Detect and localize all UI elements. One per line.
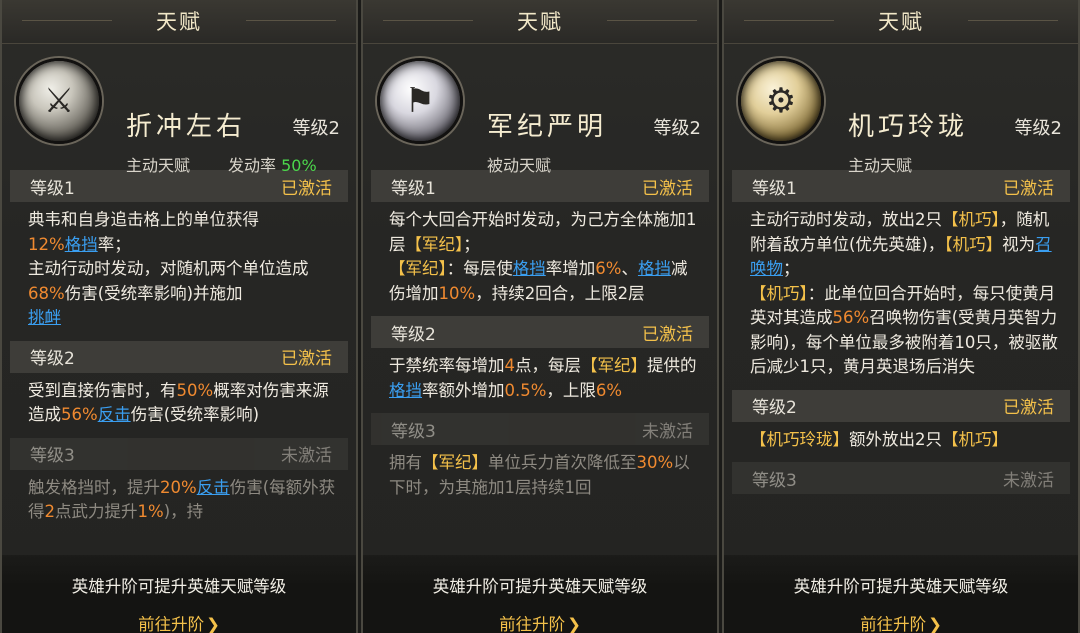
skill-level: 等级2 bbox=[292, 118, 340, 139]
skill-type: 主动天赋 bbox=[848, 156, 913, 175]
talent-panel-2: 天赋 ⚑ 军纪严明 等级2 被动天赋 等级1 已激活 每个大回合开始时发动，为己… bbox=[361, 0, 719, 633]
skill-header: ⚙ 机巧玲珑 等级2 主动天赋 bbox=[724, 44, 1078, 175]
status-badge: 已激活 bbox=[1003, 398, 1054, 418]
level-1-description: 每个大回合开始时发动，为己方全体施加1层【军纪】； 【军纪】：每层使格挡率增加6%… bbox=[389, 210, 697, 303]
status-badge: 未激活 bbox=[642, 421, 693, 442]
footer-hint: 英雄升阶可提升英雄天赋等级 bbox=[432, 577, 648, 596]
chevron-right-icon: ❯ bbox=[567, 615, 581, 633]
keyword-link-block[interactable]: 格挡 bbox=[513, 259, 546, 278]
chevron-right-icon: ❯ bbox=[206, 615, 220, 633]
trigger-rate-value: 50% bbox=[281, 156, 317, 175]
level-2-bar: 等级2 已激活 bbox=[371, 316, 709, 348]
status-badge: 已激活 bbox=[642, 324, 693, 345]
skill-level: 等级2 bbox=[1014, 118, 1062, 139]
level-3-description: 拥有【军纪】单位兵力首次降低至30%以下时，为其施加1层持续1回 bbox=[389, 453, 690, 497]
level-2-description: 【机巧玲珑】额外放出2只【机巧】 bbox=[750, 429, 1008, 449]
status-badge: 未激活 bbox=[281, 446, 332, 466]
status-badge: 已激活 bbox=[642, 178, 693, 199]
level-2-description: 于禁统率每增加4点，每层【军纪】提供的格挡率额外增加0.5%，上限6% bbox=[389, 356, 697, 400]
level-2-bar: 等级2 已激活 bbox=[10, 340, 348, 373]
crossed-weapons-icon: ⚔ bbox=[16, 58, 102, 144]
footer: 英雄升阶可提升英雄天赋等级 前往升阶 ❯ bbox=[2, 555, 356, 633]
keyword-link-taunt[interactable]: 挑衅 bbox=[28, 308, 61, 327]
footer: 英雄升阶可提升英雄天赋等级 前往升阶 ❯ bbox=[724, 555, 1078, 633]
talent-panel-1: 天赋 ⚔ 折冲左右 等级2 主动天赋 发动率 50% 等级1 已激活 典韦和自身… bbox=[0, 0, 358, 633]
skill-name: 军纪严明 bbox=[487, 112, 608, 142]
footer-hint: 英雄升阶可提升英雄天赋等级 bbox=[71, 577, 287, 596]
level-2-description: 受到直接伤害时，有50%概率对伤害来源造成56%反击伤害(受统率影响) bbox=[28, 380, 329, 425]
go-upgrade-button[interactable]: 前往升阶 ❯ bbox=[860, 611, 942, 633]
level-2-bar: 等级2 已激活 bbox=[732, 389, 1070, 422]
keyword-link-block[interactable]: 格挡 bbox=[389, 381, 422, 400]
chevron-right-icon: ❯ bbox=[928, 615, 942, 633]
level-1-description: 典韦和自身追击格上的单位获得 12%格挡率； 主动行动时发动，对随机两个单位造成68… bbox=[28, 210, 309, 327]
level-1-description: 主动行动时发动，放出2只【机巧】，随机附着敌方单位(优先英雄)，【机巧】视为召唤… bbox=[750, 210, 1058, 376]
skill-type: 被动天赋 bbox=[487, 156, 552, 175]
skill-name: 机巧玲珑 bbox=[848, 112, 969, 142]
keyword-link-block[interactable]: 格挡 bbox=[638, 259, 671, 278]
panel-title: 天赋 bbox=[724, 0, 1078, 44]
level-3-bar: 等级3 未激活 bbox=[732, 462, 1070, 494]
status-badge: 未激活 bbox=[1003, 470, 1054, 491]
skill-type: 主动天赋 bbox=[126, 156, 191, 175]
keyword-link-counter[interactable]: 反击 bbox=[197, 478, 230, 497]
status-badge: 已激活 bbox=[281, 349, 332, 369]
panel-title: 天赋 bbox=[2, 0, 356, 44]
go-upgrade-button[interactable]: 前往升阶 ❯ bbox=[499, 611, 581, 633]
trigger-rate: 发动率 50% bbox=[228, 156, 317, 175]
flag-banner-icon: ⚑ bbox=[377, 58, 463, 144]
keyword-link-counter[interactable]: 反击 bbox=[98, 405, 131, 424]
keyword-link-block[interactable]: 格挡 bbox=[65, 235, 98, 254]
level-3-description: 触发格挡时，提升20%反击伤害(每额外获得2点武力提升1%)，持 bbox=[28, 477, 336, 522]
skill-level: 等级2 bbox=[653, 118, 701, 139]
panel-title: 天赋 bbox=[363, 0, 717, 44]
skill-name: 折冲左右 bbox=[126, 112, 247, 142]
skill-header: ⚑ 军纪严明 等级2 被动天赋 bbox=[363, 44, 717, 175]
footer-hint: 英雄升阶可提升英雄天赋等级 bbox=[793, 577, 1009, 596]
talent-panel-3: 天赋 ⚙ 机巧玲珑 等级2 主动天赋 等级1 已激活 主动行动时发动，放出2只【… bbox=[722, 0, 1080, 633]
skill-header: ⚔ 折冲左右 等级2 主动天赋 发动率 50% bbox=[2, 44, 356, 175]
go-upgrade-button[interactable]: 前往升阶 ❯ bbox=[138, 611, 220, 633]
status-badge: 已激活 bbox=[281, 178, 332, 199]
level-3-bar: 等级3 未激活 bbox=[371, 413, 709, 445]
status-badge: 已激活 bbox=[1003, 178, 1054, 199]
footer: 英雄升阶可提升英雄天赋等级 前往升阶 ❯ bbox=[363, 555, 717, 633]
gear-mechanism-icon: ⚙ bbox=[738, 58, 824, 144]
level-3-bar: 等级3 未激活 bbox=[10, 437, 348, 470]
